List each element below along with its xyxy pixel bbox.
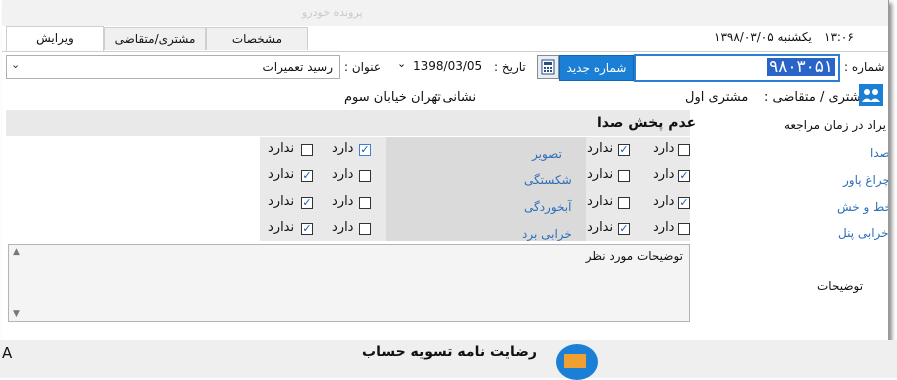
yes-label: دارد [332,220,354,235]
tab-customer[interactable]: مشتری/متقاضی [104,27,206,50]
tab-divider [2,51,888,52]
not-checkbox-panel-failure[interactable]: ✓ [618,223,630,235]
no-label: ندارد [268,220,295,235]
item-label-power-light: چراغ پاور [843,173,889,187]
scroll-up-icon[interactable]: ▲ [13,247,20,257]
has-checkbox-panel-failure[interactable] [678,223,690,235]
document-icon [564,354,586,368]
faded-title: پرونده خودرو [302,6,363,19]
has-checkbox-board-failure[interactable] [359,223,371,235]
date-value: 1398/03/05 [413,59,483,73]
no-label: ندارد [587,194,614,209]
tab-edit[interactable]: ویرایش [6,26,104,51]
footer-left-char: A [2,344,13,362]
no-label: ندارد [268,141,295,156]
no-label: ندارد [268,167,295,182]
chevron-down-icon[interactable]: ⌄ [11,58,20,71]
no-label: ندارد [587,167,614,182]
date-label: تاریخ : [494,60,526,74]
form-window: پرونده خودرو ویرایش مشتری/متقاضی مشخصات … [2,0,889,345]
calculator-icon[interactable] [537,55,559,79]
title-label: عنوان : [344,60,381,74]
yes-label: دارد [653,167,675,182]
not-checkbox-scratch[interactable] [618,197,630,209]
item-label-panel-failure: خرابی پنل [838,226,889,240]
yes-label: دارد [653,194,675,209]
number-label: شماره : [844,60,885,74]
customers-icon[interactable] [859,84,883,106]
title-combobox[interactable]: رسید تعمیرات ⌄ [6,55,340,79]
item-label-sound: صدا [870,146,889,160]
address-label: نشانی : [434,90,477,105]
has-checkbox-image[interactable]: ✓ [359,144,371,156]
not-checkbox-power-light[interactable] [618,170,630,182]
title-strip: پرونده خودرو [2,0,888,26]
yes-label: دارد [332,194,354,209]
not-checkbox-water-damage[interactable]: ✓ [301,197,313,209]
time-display: ۱۳:۰۶ [824,30,854,44]
item-label-water-damage: آبخوردگی [524,200,572,214]
checklist-header-band [6,110,690,136]
has-checkbox-scratch[interactable]: ✓ [678,197,690,209]
checklist-left-header: یراد در زمان مراجعه [784,118,886,132]
no-label: ندارد [268,194,295,209]
date-display: یکشنبه ۱۳۹۸/۰۳/۰۵ [714,30,812,44]
checklist-center-header: عدم پخش صدا [597,115,697,131]
no-label: ندارد [587,141,614,156]
chevron-down-icon[interactable]: ⌄ [397,57,406,70]
yes-label: دارد [653,141,675,156]
not-checkbox-sound[interactable]: ✓ [618,144,630,156]
footer-text[interactable]: رضایت نامه تسویه حساب [362,344,537,360]
notes-textarea[interactable]: توضیحات مورد نظر ▲ ▼ [8,244,690,322]
bottom-strip: A رضایت نامه تسویه حساب [0,340,897,380]
number-input-value: ۹۸۰۳۰۵۱ [767,57,835,77]
yes-label: دارد [332,167,354,182]
has-checkbox-power-light[interactable]: ✓ [678,170,690,182]
address-value: تهران خیابان سوم [344,90,441,105]
yes-label: دارد [332,141,354,156]
item-label-board-failure: خرابی برد [522,227,572,241]
scroll-down-icon[interactable]: ▼ [13,309,20,319]
date-picker[interactable]: ⌄ 1398/03/05 [395,55,495,79]
yes-label: دارد [653,220,675,235]
has-checkbox-breakage[interactable] [359,170,371,182]
number-input[interactable]: ۹۸۰۳۰۵۱ [634,54,840,82]
not-checkbox-board-failure[interactable]: ✓ [301,223,313,235]
has-checkbox-water-damage[interactable] [359,197,371,209]
new-number-button[interactable]: شماره جدید [559,55,634,81]
customer-value: مشتری اول [685,90,749,105]
title-combobox-value: رسید تعمیرات [262,60,333,74]
not-checkbox-breakage[interactable]: ✓ [301,170,313,182]
item-label-breakage: شکستگی [524,173,572,187]
item-label-scratch: خط و خش [837,200,889,214]
customer-label: مشتری / متقاضی : [764,90,869,105]
not-checkbox-image[interactable] [301,144,313,156]
footer-document-icon[interactable] [556,344,598,380]
notes-label: توضیحات [817,279,864,293]
notes-value: توضیحات مورد نظر [585,249,683,263]
tab-specs[interactable]: مشخصات [206,27,308,50]
no-label: ندارد [587,220,614,235]
item-label-image: تصویر [532,147,562,161]
has-checkbox-sound[interactable] [678,144,690,156]
